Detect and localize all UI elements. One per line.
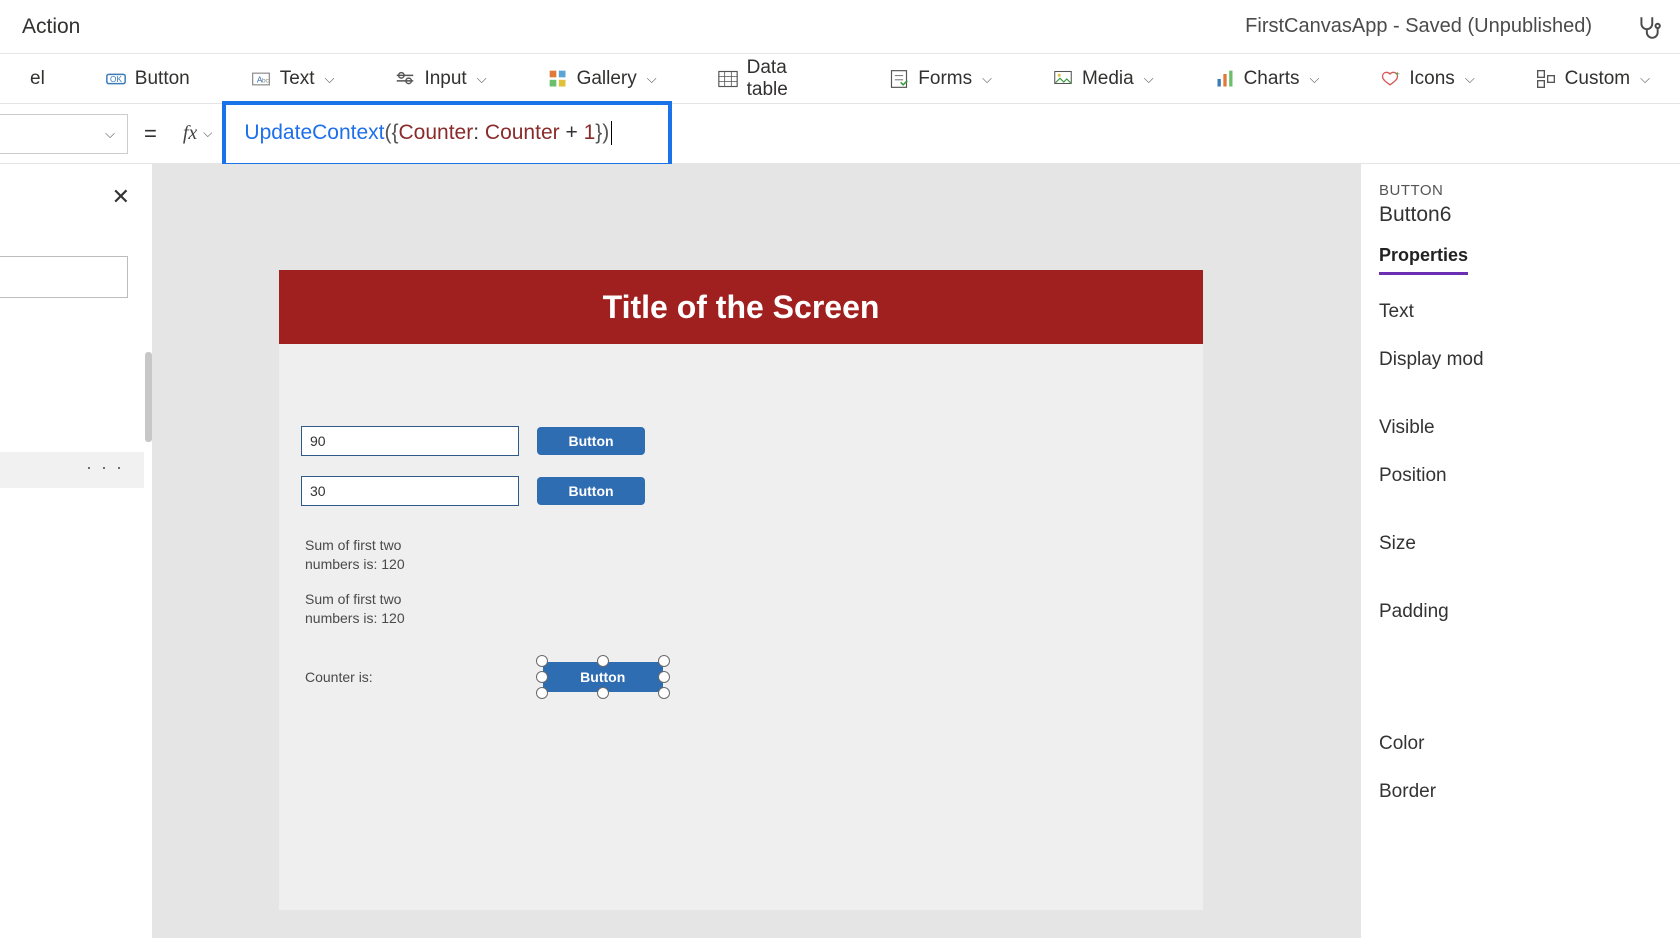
resize-handle[interactable] bbox=[658, 671, 670, 683]
gallery-icon bbox=[547, 68, 569, 90]
control-name[interactable]: Button6 bbox=[1379, 203, 1680, 227]
ribbon-gallery[interactable]: Gallery⌵ bbox=[537, 62, 667, 96]
ribbon-media[interactable]: Media⌵ bbox=[1042, 62, 1164, 96]
chevron-down-icon: ⌵ bbox=[477, 71, 487, 87]
button-2[interactable]: Button bbox=[537, 477, 645, 505]
charts-icon bbox=[1214, 68, 1236, 90]
sum-label-1: Sum of first two numbers is: 120 bbox=[305, 536, 425, 574]
svg-text:bc: bc bbox=[262, 77, 270, 84]
ribbon-datatable[interactable]: Data table bbox=[707, 51, 839, 107]
prop-color[interactable]: Color bbox=[1379, 733, 1680, 755]
tab-properties[interactable]: Properties bbox=[1379, 245, 1468, 275]
button-icon: OK bbox=[105, 68, 127, 90]
prop-padding[interactable]: Padding bbox=[1379, 601, 1680, 623]
svg-text:+: + bbox=[1395, 69, 1400, 79]
menu-action[interactable]: Action bbox=[22, 15, 80, 39]
chevron-down-icon: ⌵ bbox=[1310, 71, 1320, 87]
chevron-down-icon: ⌵ bbox=[325, 71, 335, 87]
resize-handle[interactable] bbox=[658, 687, 670, 699]
ribbon-forms[interactable]: Forms⌵ bbox=[878, 62, 1002, 96]
prop-border[interactable]: Border bbox=[1379, 781, 1680, 803]
ribbon-label-partial[interactable]: el bbox=[20, 62, 55, 96]
scrollbar-thumb[interactable] bbox=[145, 352, 152, 442]
ribbon-icons[interactable]: + Icons⌵ bbox=[1369, 62, 1484, 96]
chevron-down-icon: ⌵ bbox=[982, 71, 992, 87]
formula-bar: ⌵ = fx ⌵ UpdateContext({Counter: Counter… bbox=[0, 104, 1680, 164]
ribbon-input[interactable]: Input⌵ bbox=[384, 62, 496, 96]
formula-input[interactable]: UpdateContext({Counter: Counter + 1}) bbox=[222, 101, 672, 167]
button-1[interactable]: Button bbox=[537, 427, 645, 455]
sum-label-2: Sum of first two numbers is: 120 bbox=[305, 590, 425, 628]
selected-button-wrapper[interactable]: Button bbox=[543, 662, 663, 692]
counter-label: Counter is: bbox=[305, 669, 373, 685]
text-icon: Abc bbox=[250, 68, 272, 90]
top-bar: Action FirstCanvasApp - Saved (Unpublish… bbox=[0, 0, 1680, 54]
datatable-icon bbox=[717, 68, 739, 90]
properties-panel: BUTTON Button6 Properties Text Display m… bbox=[1360, 164, 1680, 938]
ribbon-button[interactable]: OK Button bbox=[95, 62, 200, 96]
resize-handle[interactable] bbox=[536, 655, 548, 667]
resize-handle[interactable] bbox=[658, 655, 670, 667]
ribbon-charts[interactable]: Charts⌵ bbox=[1204, 62, 1330, 96]
prop-position[interactable]: Position bbox=[1379, 465, 1680, 487]
prop-visible[interactable]: Visible bbox=[1379, 417, 1680, 439]
textinput-2[interactable] bbox=[301, 476, 519, 506]
control-type: BUTTON bbox=[1379, 182, 1680, 199]
search-input[interactable] bbox=[0, 256, 128, 298]
app-checker-icon[interactable] bbox=[1636, 14, 1662, 40]
chevron-down-icon: ⌵ bbox=[1144, 71, 1154, 87]
ribbon-text[interactable]: Abc Text⌵ bbox=[240, 62, 345, 96]
prop-text[interactable]: Text bbox=[1379, 301, 1680, 323]
canvas-area[interactable]: Title of the Screen Button Button Sum of… bbox=[153, 164, 1360, 938]
ribbon-toolbar: el OK Button Abc Text⌵ Input⌵ Gallery⌵ D… bbox=[0, 54, 1680, 104]
chevron-down-icon: ⌵ bbox=[1465, 71, 1475, 87]
chevron-down-icon: ⌵ bbox=[1640, 71, 1650, 87]
left-panel: ✕ · · · bbox=[0, 164, 153, 938]
resize-handle[interactable] bbox=[536, 671, 548, 683]
media-icon bbox=[1052, 68, 1074, 90]
chevron-down-icon: ⌵ bbox=[647, 71, 657, 87]
prop-size[interactable]: Size bbox=[1379, 533, 1680, 555]
more-icon[interactable]: · · · bbox=[86, 457, 124, 478]
property-dropdown[interactable]: ⌵ bbox=[0, 114, 128, 154]
svg-text:OK: OK bbox=[110, 74, 122, 83]
resize-handle[interactable] bbox=[597, 687, 609, 699]
app-title: FirstCanvasApp - Saved (Unpublished) bbox=[1245, 15, 1592, 38]
screen-artboard: Title of the Screen Button Button Sum of… bbox=[279, 270, 1203, 910]
prop-display-mode[interactable]: Display mod bbox=[1379, 349, 1680, 371]
close-icon[interactable]: ✕ bbox=[112, 184, 130, 210]
resize-handle[interactable] bbox=[536, 687, 548, 699]
forms-icon bbox=[888, 68, 910, 90]
icons-icon: + bbox=[1379, 68, 1401, 90]
screen-title: Title of the Screen bbox=[279, 270, 1203, 344]
fx-label[interactable]: fx bbox=[173, 122, 203, 145]
resize-handle[interactable] bbox=[597, 655, 609, 667]
formula-text: UpdateContext({Counter: Counter + 1}) bbox=[244, 121, 612, 146]
input-icon bbox=[394, 68, 416, 90]
chevron-down-icon[interactable]: ⌵ bbox=[203, 126, 224, 141]
ribbon-custom[interactable]: Custom⌵ bbox=[1525, 62, 1660, 96]
equals-sign: = bbox=[128, 121, 173, 147]
chevron-down-icon: ⌵ bbox=[105, 126, 115, 142]
custom-icon bbox=[1535, 68, 1557, 90]
textinput-1[interactable] bbox=[301, 426, 519, 456]
